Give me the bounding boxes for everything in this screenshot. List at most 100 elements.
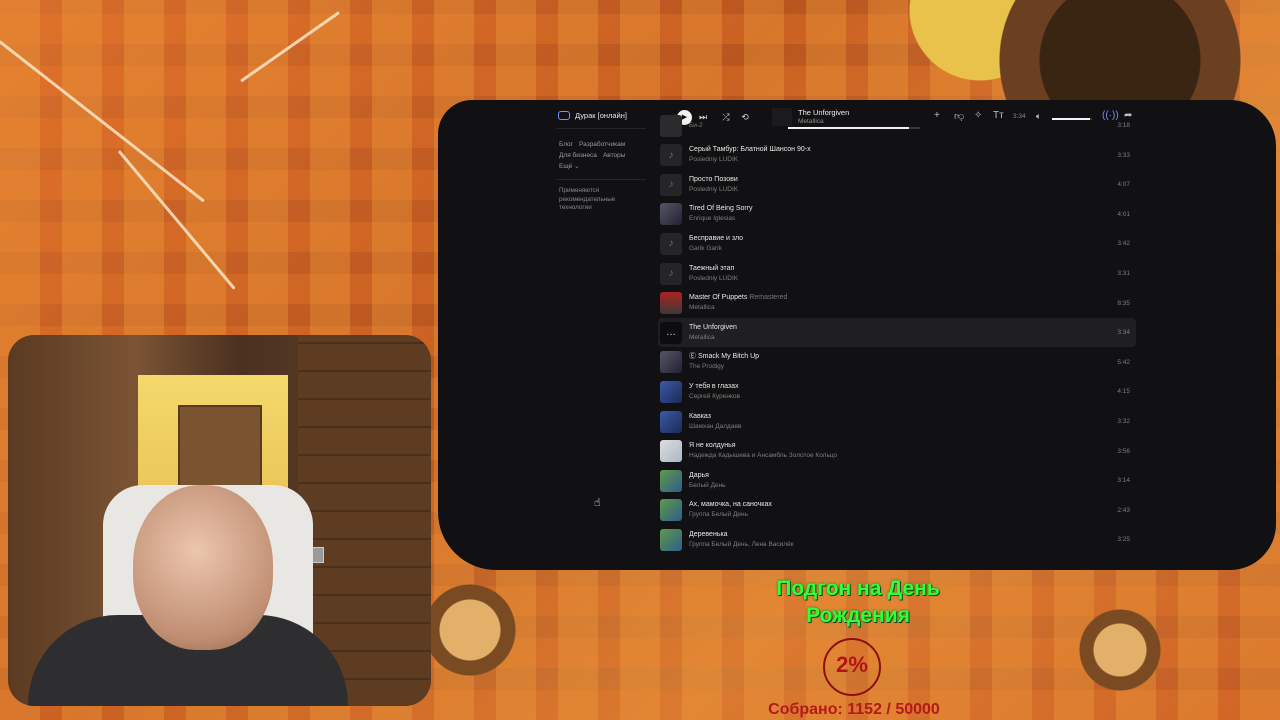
gamepad-icon (558, 111, 570, 120)
track-row[interactable]: Деревенька Группа Белый День, Лена Василё… (658, 525, 1136, 554)
track-duration: 3:42 (1117, 240, 1130, 248)
track-title[interactable]: The Unforgiven (689, 323, 737, 333)
track-cover[interactable] (660, 114, 682, 137)
track-cover[interactable] (660, 528, 682, 551)
track-artist[interactable]: Группа Белый День (689, 510, 772, 520)
track-duration: 3:56 (1117, 447, 1130, 455)
track-row[interactable]: Кавказ Шамхан Далдаев 3:32 (658, 407, 1136, 436)
track-duration: 8:35 (1117, 299, 1130, 307)
donation-goal-title: Подгон на День Рождения (776, 577, 940, 627)
track-row[interactable]: Ах, мамочка, на саночках Группа Белый Ден… (658, 496, 1136, 525)
track-info: The Unforgiven Metallica (689, 323, 737, 343)
track-info: Таежный этап Posledniy LUDIK (689, 264, 738, 284)
track-row[interactable]: Дарья Белый День 3:14 (658, 466, 1136, 495)
track-row[interactable]: Tired Of Being Sorry Enrique Iglesias 4:01 (658, 200, 1136, 229)
track-cover[interactable] (660, 440, 682, 463)
track-cover[interactable] (660, 380, 682, 403)
track-row[interactable]: ♪ Таежный этап Posledniy LUDIK 3:31 (658, 259, 1136, 288)
track-info: Би-2 (689, 121, 703, 131)
track-duration: 4:01 (1117, 210, 1130, 218)
track-title[interactable]: Деревенька (689, 530, 794, 540)
track-artist[interactable]: Сергей Куренков (689, 392, 740, 402)
track-artist[interactable]: Garik Garik (689, 244, 743, 254)
track-title[interactable]: Я не колдунья (689, 441, 837, 451)
track-artist[interactable]: Надежда Кадышева и Ансамбль Золотое Коль… (689, 451, 837, 461)
track-row[interactable]: ♪ Просто Позови Posledniy LUDIK 4:07 (658, 170, 1136, 199)
music-note-icon[interactable]: ♪ (660, 144, 682, 167)
donation-collected: Собрано: 1152 / 50000 (768, 701, 940, 718)
track-duration: 3:33 (1117, 151, 1130, 159)
track-duration: 3:34 (1117, 329, 1130, 337)
track-title[interactable]: Бесправие и зло (689, 234, 743, 244)
track-row[interactable]: ♪ Бесправие и зло Garik Garik 3:42 (658, 229, 1136, 258)
link-blog[interactable]: Блог (559, 141, 573, 148)
sidebar-game-label: Дурак [онлайн] (575, 111, 627, 120)
track-title[interactable]: Серый Тамбур: Блатной Шансон 90-х (689, 145, 811, 155)
track-title[interactable]: Master Of Puppets Remastered (689, 293, 787, 303)
track-cover[interactable]: … (660, 321, 682, 344)
track-row[interactable]: У тебя в глазах Сергей Куренков 4:15 (658, 377, 1136, 406)
track-info: Master Of Puppets Remastered Metallica (689, 293, 787, 313)
donation-percent: 2% (836, 652, 868, 677)
track-artist[interactable]: Posledniy LUDIK (689, 185, 738, 195)
divider (556, 179, 646, 180)
track-title[interactable]: Ах, мамочка, на саночках (689, 500, 772, 510)
track-info: Кавказ Шамхан Далдаев (689, 412, 742, 432)
link-developers[interactable]: Разработчикам (579, 141, 625, 148)
track-info: Бесправие и зло Garik Garik (689, 234, 743, 254)
track-artist[interactable]: Metallica (689, 303, 787, 313)
track-duration: 3:32 (1117, 418, 1130, 425)
track-cover[interactable] (660, 292, 682, 315)
track-row[interactable]: Ⓔ Smack My Bitch Up The Prodigy 5:42 (658, 348, 1136, 377)
link-more[interactable]: Ещё ⌄ (559, 163, 580, 170)
link-business[interactable]: Для бизнеса (559, 152, 597, 159)
track-info: Я не колдунья Надежда Кадышева и Ансамбль… (689, 441, 837, 461)
track-row[interactable]: Я не колдунья Надежда Кадышева и Ансамбль… (658, 437, 1136, 466)
track-title[interactable]: У тебя в глазах (689, 382, 740, 392)
link-authors[interactable]: Авторы (603, 152, 625, 159)
track-info: Дарья Белый День (689, 471, 726, 491)
track-info: У тебя в глазах Сергей Куренков (689, 382, 740, 402)
track-artist[interactable]: Группа Белый День, Лена Василёк (689, 540, 794, 550)
track-title[interactable]: Таежный этап (689, 264, 738, 274)
recommendation-note: Применяются рекомендательные технологии (559, 187, 616, 211)
track-title[interactable]: Кавказ (689, 412, 742, 422)
track-info: Деревенька Группа Белый День, Лена Василё… (689, 530, 794, 550)
music-note-icon[interactable]: ♪ (660, 262, 682, 285)
track-cover[interactable] (660, 410, 682, 433)
track-artist[interactable]: Шамхан Далдаев (689, 422, 742, 432)
track-info: Ах, мамочка, на саночках Группа Белый Ден… (689, 500, 772, 520)
track-duration: 3:31 (1117, 270, 1130, 277)
track-artist[interactable]: Metallica (689, 333, 737, 343)
track-artist[interactable]: Би-2 (689, 121, 703, 131)
track-row[interactable]: Master Of Puppets Remastered Metallica 8:3… (658, 289, 1136, 318)
track-row[interactable]: ♪ Серый Тамбур: Блатной Шансон 90-х Posled… (658, 141, 1136, 170)
track-artist[interactable]: Posledniy LUDIK (689, 274, 738, 284)
track-info: Tired Of Being Sorry Enrique Iglesias (689, 204, 753, 224)
webcam-feed (8, 335, 431, 706)
track-title[interactable]: Ⓔ Smack My Bitch Up (689, 352, 759, 362)
track-artist[interactable]: Enrique Iglesias (689, 214, 753, 224)
track-cover[interactable] (660, 351, 682, 374)
track-row[interactable]: … The Unforgiven Metallica 3:34 (658, 318, 1136, 348)
track-artist[interactable]: Posledniy LUDIK (689, 155, 811, 165)
music-app-window: Дурак [онлайн] Блог Разработчикам Для биз… (438, 100, 1276, 570)
music-note-icon[interactable]: ♪ (660, 173, 682, 196)
track-duration: 4:07 (1117, 181, 1130, 189)
track-cover[interactable] (660, 499, 682, 522)
track-artist[interactable]: The Prodigy (689, 362, 759, 372)
track-row[interactable]: Би-2 3:18 (658, 111, 1136, 140)
track-cover[interactable] (660, 469, 682, 492)
track-title[interactable]: Дарья (689, 471, 726, 481)
track-title[interactable]: Tired Of Being Sorry (689, 204, 753, 214)
sidebar: Дурак [онлайн] Блог Разработчикам Для биз… (556, 100, 648, 570)
track-cover[interactable] (660, 203, 682, 226)
track-title[interactable]: Просто Позови (689, 175, 738, 185)
person-head (133, 485, 273, 650)
sidebar-game-link[interactable]: Дурак [онлайн] (558, 111, 627, 120)
music-note-icon[interactable]: ♪ (660, 232, 682, 255)
track-artist[interactable]: Белый День (689, 481, 726, 491)
track-info: Ⓔ Smack My Bitch Up The Prodigy (689, 352, 759, 372)
track-info: Серый Тамбур: Блатной Шансон 90-х Posledn… (689, 145, 811, 165)
track-duration: 3:18 (1117, 122, 1130, 129)
